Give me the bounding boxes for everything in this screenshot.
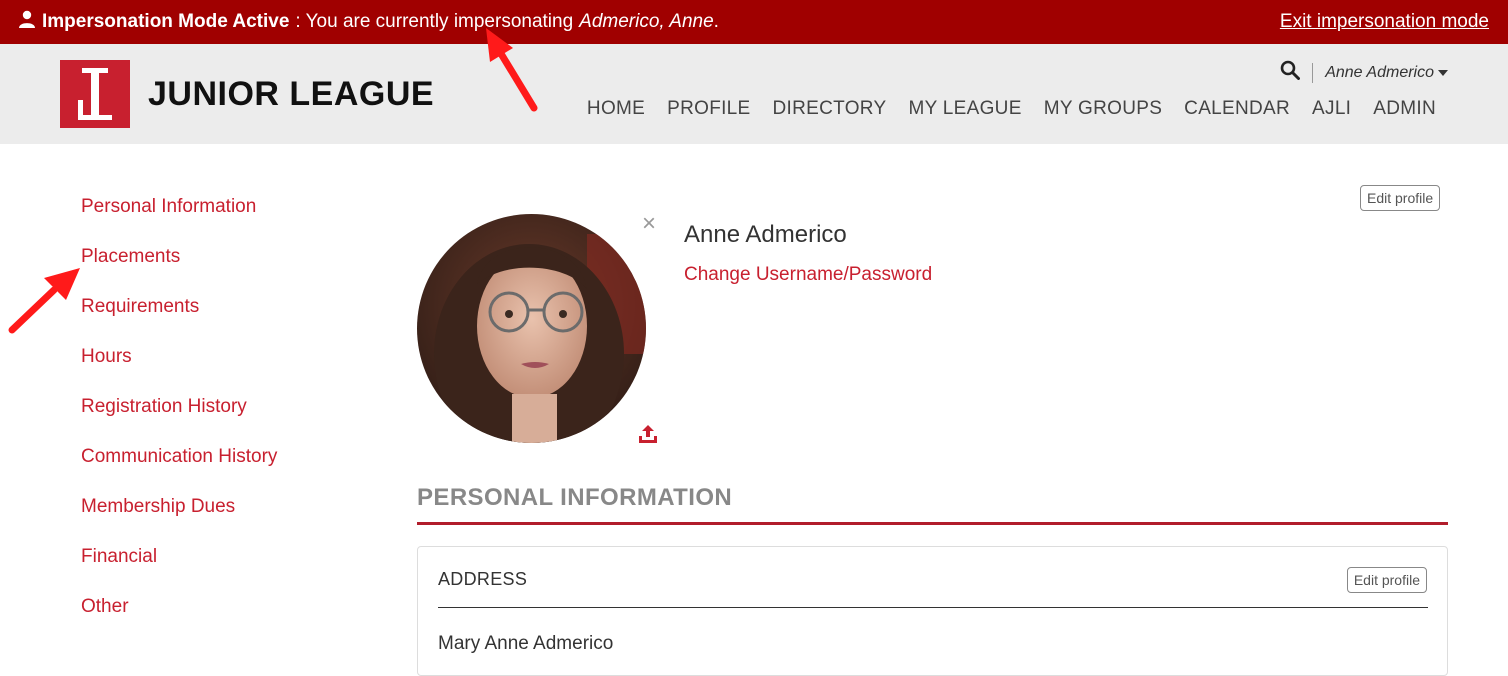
nav-profile[interactable]: PROFILE <box>667 98 750 120</box>
sidebar-item-communication-history[interactable]: Communication History <box>81 446 277 496</box>
logo-text: JUNIOR LEAGUE <box>148 74 435 113</box>
section-title-personal-information: PERSONAL INFORMATION <box>417 484 733 511</box>
card-divider <box>438 607 1428 608</box>
section-divider <box>417 522 1448 525</box>
logo-mark <box>60 60 130 128</box>
impersonated-user-name: Admerico, Anne <box>579 11 714 32</box>
impersonation-message: Impersonation Mode Active : You are curr… <box>18 10 719 34</box>
address-line-name: Mary Anne Admerico <box>438 633 614 654</box>
annotation-arrow-banner <box>486 28 538 112</box>
profile-sidebar: Personal Information Placements Requirem… <box>81 196 277 646</box>
nav-admin[interactable]: ADMIN <box>1373 98 1436 120</box>
user-icon <box>18 10 36 34</box>
sidebar-item-membership-dues[interactable]: Membership Dues <box>81 496 277 546</box>
annotation-arrow-placements <box>8 268 80 334</box>
change-username-password-link[interactable]: Change Username/Password <box>684 264 932 286</box>
user-menu-label: Anne Admerico <box>1325 63 1434 81</box>
upload-icon[interactable] <box>637 423 659 450</box>
sidebar-item-placements[interactable]: Placements <box>81 246 277 296</box>
close-icon[interactable]: × <box>642 210 656 238</box>
edit-profile-button[interactable]: Edit profile <box>1360 185 1441 211</box>
address-card-title: ADDRESS <box>438 569 528 589</box>
nav-home[interactable]: HOME <box>587 98 645 120</box>
nav-ajli[interactable]: AJLI <box>1312 98 1351 120</box>
site-header: JUNIOR LEAGUE Anne Admerico HOME PROFILE… <box>0 44 1508 144</box>
nav-my-league[interactable]: MY LEAGUE <box>908 98 1021 120</box>
impersonation-mode-label: Impersonation Mode Active <box>42 11 290 32</box>
nav-my-groups[interactable]: MY GROUPS <box>1044 98 1162 120</box>
user-menu[interactable]: Anne Admerico <box>1325 64 1448 82</box>
exit-impersonation-link[interactable]: Exit impersonation mode <box>1280 11 1489 33</box>
nav-calendar[interactable]: CALENDAR <box>1184 98 1290 120</box>
impersonation-message-suffix: . <box>713 11 719 32</box>
junior-league-logo[interactable]: JUNIOR LEAGUE <box>60 60 434 128</box>
nav-directory[interactable]: DIRECTORY <box>773 98 887 120</box>
sidebar-item-other[interactable]: Other <box>81 596 277 646</box>
sidebar-item-personal-information[interactable]: Personal Information <box>81 196 277 246</box>
divider <box>1312 62 1314 83</box>
profile-name: Anne Admerico <box>684 221 847 248</box>
chevron-down-icon <box>1438 69 1448 76</box>
user-utility-bar: Anne Admerico <box>1280 60 1448 85</box>
impersonation-banner: Impersonation Mode Active : You are curr… <box>0 0 1508 44</box>
main-nav: HOME PROFILE DIRECTORY MY LEAGUE MY GROU… <box>587 98 1436 120</box>
sidebar-item-requirements[interactable]: Requirements <box>81 296 277 346</box>
sidebar-item-financial[interactable]: Financial <box>81 546 277 596</box>
edit-address-button[interactable]: Edit profile <box>1346 567 1427 593</box>
sidebar-item-registration-history[interactable]: Registration History <box>81 396 277 446</box>
address-card: ADDRESS Edit profile Mary Anne Admerico <box>417 546 1448 676</box>
avatar <box>417 214 646 443</box>
search-icon[interactable] <box>1280 60 1301 85</box>
sidebar-item-hours[interactable]: Hours <box>81 346 277 396</box>
